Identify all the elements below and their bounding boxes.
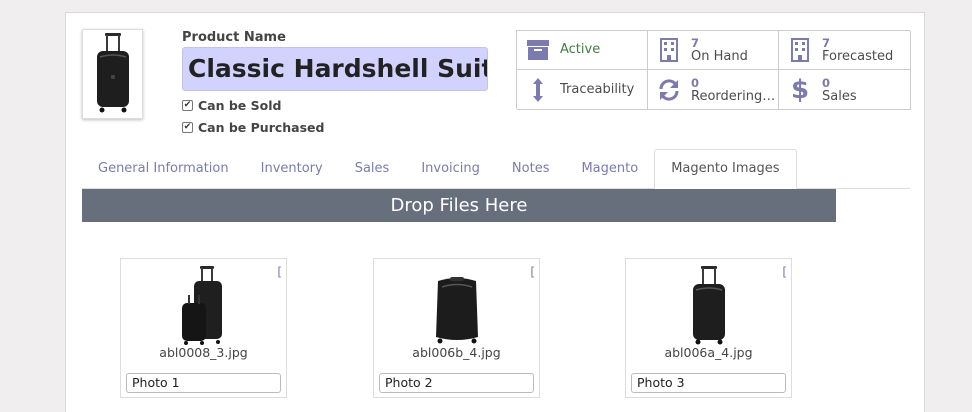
archive-icon — [525, 37, 551, 63]
image-filename: abl0008_3.jpg — [159, 345, 248, 360]
image-filename: abl006a_4.jpg — [664, 345, 753, 360]
image-caption-input[interactable]: Photo 2 — [379, 373, 534, 393]
tab-notes[interactable]: Notes — [496, 150, 566, 188]
stat-count-sales: 0 — [822, 75, 831, 90]
suitcase-icon — [435, 277, 478, 344]
suitcase-icon — [692, 266, 725, 345]
can-be-sold-checkbox[interactable]: ✔ — [182, 100, 193, 111]
product-image[interactable] — [82, 29, 143, 119]
building-icon — [656, 37, 682, 63]
can-be-purchased-row[interactable]: ✔ Can be Purchased — [182, 120, 324, 135]
can-be-sold-row[interactable]: ✔ Can be Sold — [182, 98, 281, 113]
product-name-input[interactable]: Classic Hardshell Suitcase — [182, 47, 488, 91]
suitcase-icon — [96, 33, 129, 113]
stat-button-active[interactable]: Active — [517, 31, 648, 70]
stat-button-on-hand[interactable]: 7 On Hand — [648, 31, 779, 70]
tab-magento[interactable]: Magento — [565, 150, 654, 188]
tab-inventory[interactable]: Inventory — [245, 150, 339, 188]
stat-label-forecasted: Forecasted — [822, 49, 894, 64]
stat-label-traceability: Traceability — [560, 82, 635, 97]
can-be-purchased-checkbox[interactable]: ✔ — [182, 122, 193, 133]
image-card: [ abl006b_4.jpg Photo 2 — [373, 258, 540, 398]
refresh-icon — [656, 77, 682, 103]
arrows-vertical-icon — [525, 77, 551, 103]
stat-button-forecasted[interactable]: 7 Forecasted — [779, 31, 911, 70]
notebook-tabs: General Information Inventory Sales Invo… — [82, 149, 910, 189]
stat-button-reordering-rules[interactable]: 0 Reordering R... — [648, 70, 779, 110]
dollar-icon: $ — [790, 74, 810, 105]
can-be-purchased-label: Can be Purchased — [198, 120, 325, 135]
tab-sales[interactable]: Sales — [339, 150, 406, 188]
image-thumbnail[interactable] — [626, 265, 791, 345]
product-name-label: Product Name — [182, 30, 286, 45]
image-card: [ abl006a_4.jpg Photo 3 — [625, 258, 792, 398]
image-caption-input[interactable]: Photo 1 — [126, 373, 281, 393]
suitcase-set-icon — [181, 266, 222, 345]
image-thumbnail[interactable] — [121, 265, 286, 345]
stat-buttons: Active 7 On Hand 7 Forecasted Traceability… — [516, 30, 911, 110]
tab-magento-images[interactable]: Magento Images — [654, 149, 797, 189]
image-caption-input[interactable]: Photo 3 — [631, 373, 786, 393]
stat-button-sales[interactable]: $ 0 Sales — [779, 70, 911, 110]
stat-label-on-hand: On Hand — [691, 49, 748, 64]
image-thumbnail[interactable] — [374, 265, 539, 345]
tab-invoicing[interactable]: Invoicing — [405, 150, 496, 188]
stat-count-forecasted: 7 — [822, 36, 831, 50]
tab-general-information[interactable]: General Information — [82, 150, 245, 188]
stat-label-active: Active — [560, 43, 601, 57]
stat-button-traceability[interactable]: Traceability — [517, 70, 648, 110]
stat-count-on-hand: 7 — [691, 36, 700, 50]
product-form-sheet: Product Name Classic Hardshell Suitcase … — [65, 12, 925, 412]
image-filename: abl006b_4.jpg — [412, 345, 501, 360]
can-be-sold-label: Can be Sold — [198, 98, 282, 113]
image-card: [ abl0008_3.jpg Photo 1 — [120, 258, 287, 398]
building-icon — [787, 37, 813, 63]
stat-label-sales: Sales — [822, 88, 857, 104]
drop-files-zone[interactable]: Drop Files Here — [82, 189, 836, 222]
stat-count-reordering-rules: 0 — [691, 75, 700, 90]
stat-label-reordering-rules: Reordering R... — [691, 88, 778, 104]
